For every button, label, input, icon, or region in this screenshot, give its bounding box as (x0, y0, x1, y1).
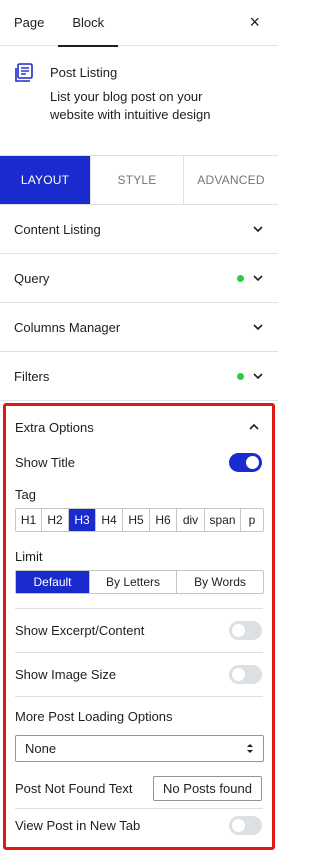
show-title-toggle[interactable] (229, 452, 262, 472)
panel-content-listing[interactable]: Content Listing (0, 205, 278, 254)
panel-extra-options: Extra Options Show Title Tag H1 H2 H3 H4… (3, 403, 275, 850)
limit-option-by-letters[interactable]: By Letters (90, 571, 177, 593)
tag-option-h4[interactable]: H4 (96, 509, 123, 531)
block-card: Post Listing List your blog post on your… (0, 46, 278, 156)
panel-query[interactable]: Query (0, 254, 278, 303)
sidebar-header-tabs: Page Block × (0, 0, 278, 47)
show-image-size-label: Show Image Size (15, 667, 117, 682)
toggle-knob (232, 624, 245, 637)
select-arrows-icon (247, 744, 253, 753)
chevron-down-icon (253, 373, 263, 380)
status-dot (237, 274, 244, 282)
select-value: None (25, 741, 57, 756)
tab-page[interactable]: Page (0, 0, 58, 46)
chevron-down-icon (253, 324, 263, 331)
not-found-label: Post Not Found Text (15, 780, 133, 796)
close-icon[interactable]: × (249, 12, 260, 32)
chevron-down-icon (253, 226, 263, 233)
more-loading-row: More Post Loading Options (6, 697, 272, 735)
tab-advanced[interactable]: ADVANCED (184, 156, 278, 204)
limit-selector: Default By Letters By Words (15, 570, 264, 594)
status-dot (237, 372, 244, 380)
tag-label: Tag (15, 486, 36, 502)
block-title: Post Listing (50, 65, 118, 80)
settings-mode-tabs: LAYOUT STYLE ADVANCED (0, 156, 278, 205)
limit-option-by-words[interactable]: By Words (177, 571, 263, 593)
show-excerpt-row: Show Excerpt/Content (6, 609, 272, 652)
panel-label: Query (14, 270, 50, 286)
tab-style[interactable]: STYLE (91, 156, 184, 204)
panel-label: Extra Options (15, 419, 94, 435)
tag-option-span[interactable]: span (205, 509, 241, 531)
block-description: List your blog post on your website with… (50, 89, 211, 122)
panel-label: Filters (14, 368, 50, 384)
tag-option-h5[interactable]: H5 (123, 509, 150, 531)
show-excerpt-toggle[interactable] (229, 621, 262, 640)
tag-option-div[interactable]: div (177, 509, 205, 531)
show-title-row: Show Title (6, 448, 272, 476)
more-loading-label: More Post Loading Options (15, 708, 173, 724)
tag-option-p[interactable]: p (241, 509, 263, 531)
show-title-label: Show Title (15, 454, 75, 470)
tag-selector: H1 H2 H3 H4 H5 H6 div span p (15, 508, 264, 532)
tag-option-h6[interactable]: H6 (150, 509, 177, 531)
toggle-knob (246, 455, 259, 469)
tab-block[interactable]: Block (58, 0, 118, 47)
tab-layout[interactable]: LAYOUT (0, 156, 91, 204)
chevron-up-icon (249, 423, 259, 430)
limit-label-row: Limit (6, 542, 272, 570)
not-found-row: Post Not Found Text No Posts found (6, 768, 272, 808)
panel-label: Columns Manager (14, 319, 121, 335)
show-excerpt-label: Show Excerpt/Content (15, 623, 145, 638)
new-tab-toggle[interactable] (229, 815, 262, 835)
show-image-size-row: Show Image Size (6, 653, 272, 696)
tag-label-row: Tag (6, 480, 272, 508)
not-found-text-input[interactable]: No Posts found (153, 775, 262, 801)
new-tab-label: View Post in New Tab (15, 817, 141, 833)
panel-columns-manager[interactable]: Columns Manager (0, 303, 278, 352)
toggle-knob (232, 668, 245, 681)
limit-option-default[interactable]: Default (16, 571, 90, 593)
limit-label: Limit (15, 548, 43, 564)
toggle-knob (232, 818, 245, 832)
block-info: Post Listing List your blog post on your… (50, 64, 240, 124)
chevron-down-icon (253, 275, 263, 282)
tag-option-h3[interactable]: H3 (69, 509, 96, 531)
panel-label: Content Listing (14, 221, 101, 237)
post-listing-icon (15, 63, 33, 82)
panel-filters[interactable]: Filters (0, 352, 278, 401)
tag-option-h1[interactable]: H1 (16, 509, 42, 531)
new-tab-row: View Post in New Tab (6, 809, 272, 841)
more-loading-select[interactable]: None (15, 735, 264, 762)
tag-option-h2[interactable]: H2 (42, 509, 69, 531)
show-image-size-toggle[interactable] (229, 665, 262, 684)
extra-options-header[interactable]: Extra Options (6, 406, 272, 448)
